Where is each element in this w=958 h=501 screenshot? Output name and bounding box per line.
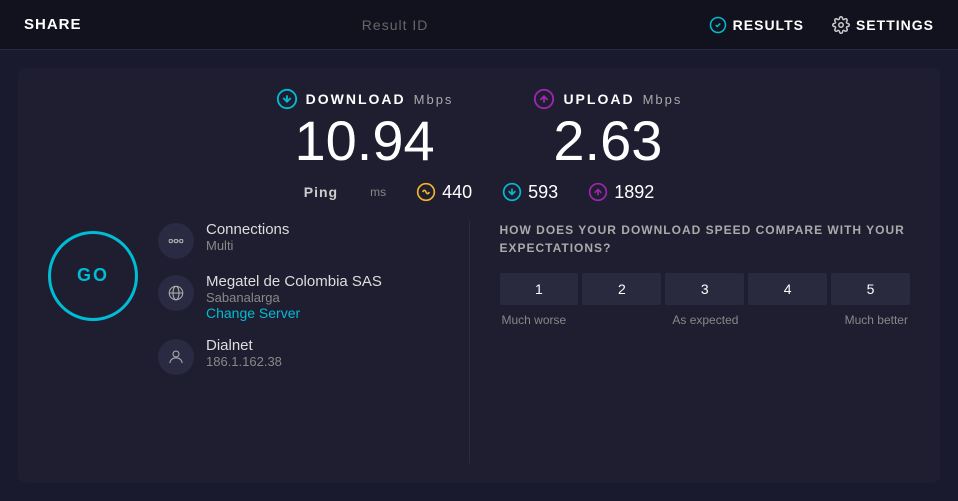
ping-down-icon bbox=[502, 182, 522, 202]
connections-type: Multi bbox=[206, 238, 289, 253]
topbar: SHARE Result ID RESULTS SETTINGS bbox=[0, 0, 958, 50]
person-icon bbox=[167, 348, 185, 366]
gear-icon bbox=[832, 16, 850, 34]
rating-2-button[interactable]: 2 bbox=[582, 273, 661, 305]
speeds-row: DOWNLOAD Mbps 10.94 UPLOAD Mbps 2.63 bbox=[48, 88, 910, 172]
ping-up-icon bbox=[588, 182, 608, 202]
vertical-divider bbox=[469, 221, 470, 463]
connections-icon bbox=[167, 232, 185, 250]
upload-value: 2.63 bbox=[553, 110, 662, 172]
ping-row: Ping ms 440 593 1892 bbox=[48, 182, 910, 203]
server-icon-container bbox=[158, 275, 194, 311]
settings-button[interactable]: SETTINGS bbox=[832, 16, 934, 34]
ping-up: 1892 bbox=[588, 182, 654, 203]
right-panel: HOW DOES YOUR DOWNLOAD SPEED COMPARE WIT… bbox=[480, 221, 911, 463]
info-list: Connections Multi Megatel de Colo bbox=[158, 221, 382, 375]
check-circle-icon bbox=[709, 16, 727, 34]
topbar-right: RESULTS SETTINGS bbox=[709, 16, 934, 34]
download-value: 10.94 bbox=[294, 110, 434, 172]
user-text: Dialnet 186.1.162.38 bbox=[206, 337, 282, 369]
globe-icon bbox=[167, 284, 185, 302]
rating-1-button[interactable]: 1 bbox=[500, 273, 579, 305]
label-as-expected: As expected bbox=[672, 313, 738, 327]
go-button[interactable]: GO bbox=[48, 231, 138, 321]
upload-label: UPLOAD Mbps bbox=[533, 88, 682, 110]
settings-label: SETTINGS bbox=[856, 17, 934, 33]
result-id-label: Result ID bbox=[362, 17, 429, 33]
connections-label: Connections bbox=[206, 221, 289, 238]
jitter-icon bbox=[416, 182, 436, 202]
results-label: RESULTS bbox=[733, 17, 804, 33]
rating-3-button[interactable]: 3 bbox=[665, 273, 744, 305]
label-much-worse: Much worse bbox=[502, 313, 567, 327]
share-button[interactable]: SHARE bbox=[24, 16, 82, 33]
user-name: Dialnet bbox=[206, 337, 282, 354]
download-label: DOWNLOAD Mbps bbox=[276, 88, 454, 110]
main-panel: DOWNLOAD Mbps 10.94 UPLOAD Mbps 2.63 Pin… bbox=[18, 68, 940, 483]
rating-labels: Much worse As expected Much better bbox=[500, 313, 911, 327]
user-item: Dialnet 186.1.162.38 bbox=[158, 337, 382, 375]
server-item: Megatel de Colombia SAS Sabanalarga Chan… bbox=[158, 273, 382, 323]
connections-icon-container bbox=[158, 223, 194, 259]
download-block: DOWNLOAD Mbps 10.94 bbox=[276, 88, 454, 172]
server-location: Sabanalarga bbox=[206, 290, 382, 305]
rating-row: 1 2 3 4 5 bbox=[500, 273, 911, 305]
content-area: GO Connections M bbox=[48, 221, 910, 463]
ping-label: Ping bbox=[304, 184, 338, 200]
server-name: Megatel de Colombia SAS bbox=[206, 273, 382, 290]
results-button[interactable]: RESULTS bbox=[709, 16, 804, 34]
connections-item: Connections Multi bbox=[158, 221, 382, 259]
change-server-link[interactable]: Change Server bbox=[206, 305, 300, 321]
upload-block: UPLOAD Mbps 2.63 bbox=[533, 88, 682, 172]
compare-title: HOW DOES YOUR DOWNLOAD SPEED COMPARE WIT… bbox=[500, 221, 911, 257]
rating-5-button[interactable]: 5 bbox=[831, 273, 910, 305]
rating-4-button[interactable]: 4 bbox=[748, 273, 827, 305]
connections-text: Connections Multi bbox=[206, 221, 289, 253]
ping-down: 593 bbox=[502, 182, 558, 203]
user-ip: 186.1.162.38 bbox=[206, 354, 282, 369]
ping-unit: ms bbox=[370, 185, 386, 199]
user-icon-container bbox=[158, 339, 194, 375]
download-arrow-icon bbox=[276, 88, 298, 110]
upload-arrow-icon bbox=[533, 88, 555, 110]
label-much-better: Much better bbox=[845, 313, 908, 327]
ping-jitter: 440 bbox=[416, 182, 472, 203]
server-text: Megatel de Colombia SAS Sabanalarga Chan… bbox=[206, 273, 382, 323]
left-panel: GO Connections M bbox=[48, 221, 459, 463]
